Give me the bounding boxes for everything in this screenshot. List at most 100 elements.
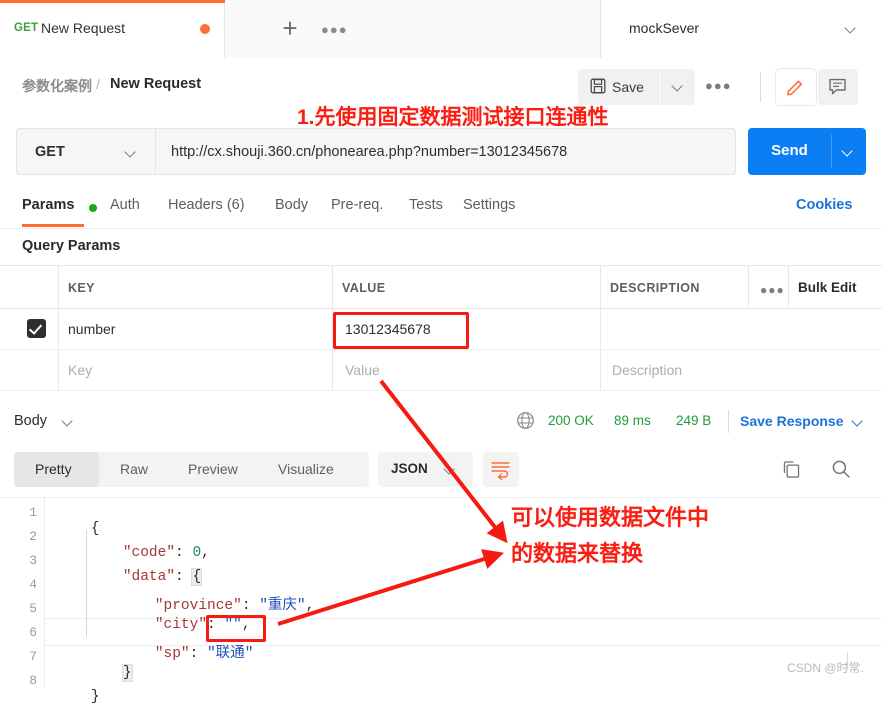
send-button-label: Send: [771, 142, 808, 159]
tab-auth[interactable]: Auth: [110, 197, 140, 213]
params-modified-dot-icon: [89, 204, 97, 212]
json-key-sp: "sp": [154, 646, 190, 662]
breadcrumb-request-name[interactable]: New Request: [110, 76, 201, 92]
tab-pre-request-script[interactable]: Pre-req.: [331, 197, 383, 213]
column-divider: [332, 266, 333, 308]
column-divider: [332, 350, 333, 390]
request-tab-bar: Params Auth Headers (6) Body Pre-req. Te…: [0, 186, 882, 229]
param-key-placeholder[interactable]: Key: [68, 362, 92, 378]
bulk-edit-button[interactable]: Bulk Edit: [798, 280, 857, 295]
chevron-down-icon: [845, 22, 858, 35]
globe-icon: [517, 412, 534, 429]
environment-selector[interactable]: mockSever: [601, 0, 882, 58]
header-divider: [760, 72, 761, 102]
annotation-highlight-value: [333, 312, 469, 349]
chevron-down-icon: [842, 145, 855, 158]
json-value-sp: "联通": [207, 646, 254, 662]
copy-icon[interactable]: [782, 460, 801, 479]
tab-preview[interactable]: Preview: [188, 461, 238, 477]
param-description-placeholder[interactable]: Description: [612, 362, 682, 378]
query-params-title: Query Params: [22, 238, 121, 254]
chevron-down-icon: [444, 463, 457, 476]
line-number: 2: [29, 529, 37, 544]
tab-body[interactable]: Body: [275, 197, 308, 213]
row-enabled-checkbox[interactable]: [27, 319, 46, 338]
ellipsis-icon[interactable]: ●●●: [760, 283, 785, 297]
code-colon: :: [189, 646, 208, 662]
save-button[interactable]: Save: [578, 69, 660, 105]
annotation-note-bottom: 可以使用数据文件中 的数据来替换: [511, 500, 709, 572]
line-number: 6: [29, 625, 37, 640]
response-status: 200 OK: [548, 413, 594, 428]
tab-tests[interactable]: Tests: [409, 197, 443, 213]
url-input[interactable]: http://cx.shouji.360.cn/phonearea.php?nu…: [155, 128, 736, 175]
chevron-down-icon[interactable]: [852, 415, 865, 428]
column-divider: [748, 266, 749, 308]
active-tab-underline: [22, 224, 84, 227]
comment-button[interactable]: [818, 69, 858, 105]
line-number: 7: [29, 649, 37, 664]
code-brace-close: }: [90, 689, 100, 705]
environment-name: mockSever: [629, 20, 700, 36]
tab-raw[interactable]: Raw: [120, 461, 148, 477]
save-response-button[interactable]: Save Response: [740, 413, 844, 429]
column-divider: [58, 266, 59, 308]
code-fold-brace-close[interactable]: }: [121, 664, 133, 682]
param-key[interactable]: number: [68, 321, 115, 337]
tab-headers[interactable]: Headers (6): [168, 197, 245, 213]
url-input-value: http://cx.shouji.360.cn/phonearea.php?nu…: [171, 144, 568, 160]
send-button[interactable]: Send: [748, 128, 831, 175]
floppy-disk-icon: [590, 78, 606, 94]
param-value-placeholder[interactable]: Value: [345, 362, 380, 378]
json-value-province: "重庆": [259, 598, 306, 614]
plus-icon[interactable]: +: [277, 15, 303, 42]
response-body-label[interactable]: Body: [14, 413, 47, 429]
cookies-link[interactable]: Cookies: [796, 197, 852, 213]
column-divider: [788, 266, 789, 308]
breadcrumb-separator: /: [96, 76, 100, 92]
response-view-tabs: Pretty Raw Preview Visualize: [14, 452, 369, 487]
breadcrumb-collection[interactable]: 参数化案例: [22, 76, 92, 96]
table-header-row: KEY VALUE DESCRIPTION ●●● Bulk Edit: [0, 265, 882, 309]
wrap-lines-button[interactable]: [483, 452, 519, 487]
request-tab-new-request[interactable]: GET New Request: [0, 0, 225, 58]
response-body-pane[interactable]: 1 2 3 4 5 6 7 8 { "code": 0, "data": { "…: [0, 497, 882, 705]
code-comma: ,: [201, 545, 210, 561]
tab-pretty[interactable]: Pretty: [35, 461, 72, 477]
send-options-button[interactable]: [831, 128, 866, 175]
response-meta-bar: Body 200 OK 89 ms 249 B Save Response: [0, 400, 882, 444]
unsaved-dot-icon: [200, 24, 210, 34]
tab-strip: GET New Request + ●●● mockSever: [0, 0, 882, 59]
response-size: 249 B: [676, 413, 712, 428]
response-format-select[interactable]: JSON: [378, 452, 473, 487]
save-options-button[interactable]: [661, 69, 695, 105]
http-method-select[interactable]: GET: [16, 128, 155, 175]
watermark: CSDN @时常.: [787, 661, 864, 675]
pencil-icon: [787, 80, 803, 96]
code-line-8: }: [56, 673, 100, 721]
chevron-down-icon[interactable]: [62, 415, 75, 428]
request-more-actions-icon[interactable]: ●●●: [705, 78, 732, 93]
annotation-note-bottom-line1: 可以使用数据文件中: [511, 505, 710, 530]
save-button-label: Save: [612, 79, 644, 95]
line-number-gutter: 1 2 3 4 5 6 7 8: [0, 498, 45, 688]
tab-settings[interactable]: Settings: [463, 197, 515, 213]
code-comma: ,: [305, 598, 315, 614]
column-divider: [58, 350, 59, 390]
chevron-down-icon: [125, 146, 138, 159]
http-method-label: GET: [35, 144, 65, 160]
table-row-placeholder[interactable]: Key Value Description: [0, 350, 882, 391]
ellipsis-icon[interactable]: ●●●: [321, 22, 348, 37]
column-header-value: VALUE: [342, 281, 386, 295]
search-icon[interactable]: [831, 459, 851, 479]
edit-button[interactable]: [776, 69, 816, 105]
line-number: 3: [29, 553, 37, 568]
meta-divider: [728, 410, 729, 433]
tab-params[interactable]: Params: [22, 197, 74, 213]
annotation-note-bottom-line2: 的数据来替换: [511, 541, 644, 566]
active-tab-accent-bar: [0, 0, 225, 3]
tab-visualize[interactable]: Visualize: [278, 461, 334, 477]
tab-method-label: GET: [14, 22, 39, 34]
comment-icon: [829, 78, 846, 95]
annotation-highlight-sp: [206, 615, 266, 642]
